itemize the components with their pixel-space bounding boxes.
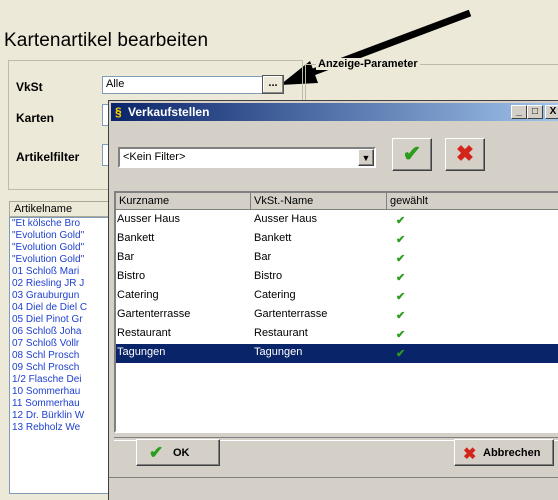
list-item[interactable]: "Evolution Gold" — [10, 230, 110, 242]
status-bar — [109, 477, 558, 500]
check-icon: ✔ — [402, 141, 422, 166]
dialog-title: Verkaufstellen — [128, 105, 210, 119]
list-item[interactable]: 03 Grauburgun — [10, 290, 110, 302]
cell-kurzname: Bankett — [117, 232, 155, 244]
check-icon[interactable]: ✔ — [396, 270, 405, 286]
column-header-vkst-name[interactable]: VkSt.-Name — [251, 193, 387, 210]
chevron-down-icon[interactable]: ▼ — [358, 149, 374, 166]
list-item[interactable]: 06 Schloß Joha — [10, 326, 110, 338]
vkst-browse-button[interactable]: ... — [262, 75, 284, 94]
ok-button[interactable]: ✔ OK — [136, 439, 220, 466]
table-row[interactable]: Bistro Bistro ✔ — [116, 268, 558, 287]
list-item[interactable]: 05 Diel Pinot Gr — [10, 314, 110, 326]
artikel-list[interactable]: "Et kölsche Bro "Evolution Gold" "Evolutio… — [9, 217, 111, 494]
clear-filter-button[interactable]: ✖ — [445, 138, 485, 171]
table-row[interactable]: Bar Bar ✔ — [116, 249, 558, 268]
x-icon: ✖ — [455, 141, 475, 166]
table-row[interactable]: Ausser Haus Ausser Haus ✔ — [116, 211, 558, 230]
verkaufstellen-table[interactable]: Kurzname VkSt.-Name gewählt Ausser Haus A… — [114, 191, 558, 433]
verkaufstellen-dialog: § Verkaufstellen _ □ X <Kein Filter> ▼ ✔… — [108, 100, 558, 500]
check-icon[interactable]: ✔ — [396, 346, 405, 362]
column-header-kurzname[interactable]: Kurzname — [116, 193, 251, 210]
dialog-app-icon: § — [115, 105, 122, 119]
check-icon[interactable]: ✔ — [396, 308, 405, 324]
column-header-gewaehlt[interactable]: gewählt — [387, 193, 558, 210]
cell-kurzname: Tagungen — [117, 346, 166, 358]
list-item[interactable]: 12 Dr. Bürklin W — [10, 410, 110, 422]
anzeige-parameter-label: Anzeige-Parameter — [316, 58, 420, 70]
cancel-x-icon: ✖ — [463, 446, 477, 463]
cell-kurzname: Ausser Haus — [117, 213, 180, 225]
cell-vkst-name: Bar — [254, 251, 272, 263]
filter-select[interactable]: <Kein Filter> ▼ — [118, 147, 376, 168]
list-item[interactable]: 11 Sommerhau — [10, 398, 110, 410]
check-icon[interactable]: ✔ — [396, 213, 405, 229]
check-icon[interactable]: ✔ — [396, 251, 405, 267]
list-item[interactable]: 08 Schl Prosch — [10, 350, 110, 362]
table-row[interactable]: Gartenterrasse Gartenterrasse ✔ — [116, 306, 558, 325]
cell-vkst-name: Gartenterrasse — [254, 308, 328, 320]
dialog-titlebar[interactable]: § Verkaufstellen _ □ X — [111, 103, 558, 121]
filter-select-value: <Kein Filter> — [123, 151, 186, 163]
maximize-icon[interactable]: □ — [527, 105, 543, 119]
apply-filter-button[interactable]: ✔ — [392, 138, 432, 171]
list-item[interactable]: "Evolution Gold" — [10, 254, 110, 266]
vkst-label: VkSt — [16, 80, 43, 94]
list-item[interactable]: 01 Schloß Mari — [10, 266, 110, 278]
cancel-button[interactable]: ✖ Abbrechen — [454, 439, 554, 466]
table-row[interactable]: Tagungen Tagungen ✔ — [116, 344, 558, 363]
check-icon[interactable]: ✔ — [396, 327, 405, 343]
minimize-icon[interactable]: _ — [511, 105, 527, 119]
cell-vkst-name: Bistro — [254, 270, 283, 282]
table-row[interactable]: Restaurant Restaurant ✔ — [116, 325, 558, 344]
cell-kurzname: Gartenterrasse — [117, 308, 191, 320]
cell-kurzname: Restaurant — [117, 327, 171, 339]
ok-label: OK — [173, 447, 190, 459]
cell-vkst-name: Catering — [254, 289, 296, 301]
check-icon[interactable]: ✔ — [396, 232, 405, 248]
cell-vkst-name: Ausser Haus — [254, 213, 317, 225]
page-title: Kartenartikel bearbeiten — [4, 30, 209, 51]
artikelfilter-label: Artikelfilter — [16, 150, 80, 164]
list-item[interactable]: 04 Diel de Diel C — [10, 302, 110, 314]
ok-check-icon: ✔ — [149, 443, 164, 462]
table-row[interactable]: Bankett Bankett ✔ — [116, 230, 558, 249]
anzeige-parameter-group — [305, 64, 558, 104]
table-row[interactable]: Catering Catering ✔ — [116, 287, 558, 306]
close-icon[interactable]: X — [545, 105, 558, 119]
list-item[interactable]: 1/2 Flasche Dei — [10, 374, 110, 386]
karten-label: Karten — [16, 111, 55, 125]
cell-vkst-name: Bankett — [254, 232, 292, 244]
list-item[interactable]: "Evolution Gold" — [10, 242, 110, 254]
check-icon[interactable]: ✔ — [396, 289, 405, 305]
cell-vkst-name: Tagungen — [254, 346, 303, 358]
cell-kurzname: Bar — [117, 251, 135, 263]
cell-vkst-name: Restaurant — [254, 327, 308, 339]
vkst-field[interactable]: Alle — [102, 76, 280, 94]
list-item[interactable]: 07 Schloß Vollr — [10, 338, 110, 350]
cancel-label: Abbrechen — [483, 447, 541, 459]
list-item[interactable]: 09 Schl Prosch — [10, 362, 110, 374]
cell-kurzname: Bistro — [117, 270, 146, 282]
list-item[interactable]: 13 Rebholz We — [10, 422, 110, 434]
list-item[interactable]: 02 Riesling JR J — [10, 278, 110, 290]
artikel-header[interactable]: Artikelname — [9, 201, 109, 217]
list-item[interactable]: "Et kölsche Bro — [10, 218, 110, 230]
cell-kurzname: Catering — [117, 289, 159, 301]
list-item[interactable]: 10 Sommerhau — [10, 386, 110, 398]
